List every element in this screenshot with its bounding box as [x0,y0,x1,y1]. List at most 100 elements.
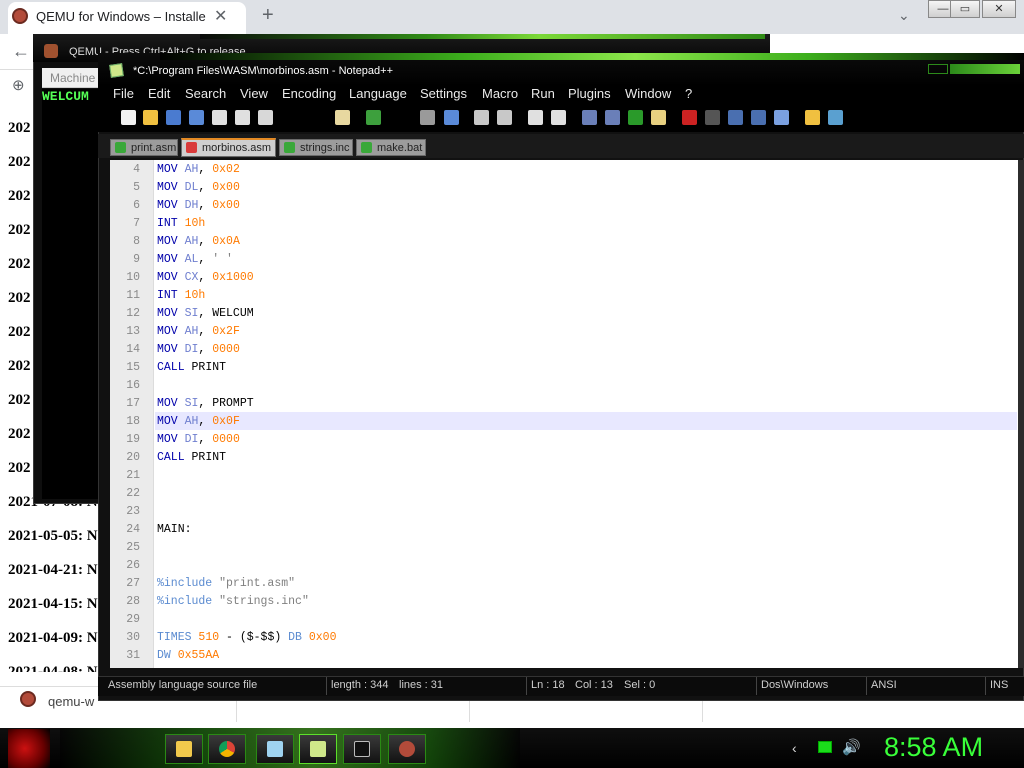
folder-workspace-icon[interactable] [805,110,820,125]
menu-help[interactable]: ? [685,86,692,101]
status-eol[interactable]: Dos\Windows [761,679,828,691]
zoom-in-icon[interactable] [474,110,489,125]
close-file-icon[interactable] [212,110,227,125]
paste-icon[interactable] [335,110,350,125]
saved-file-icon [115,142,126,153]
code-line[interactable]: CALL PRINT [157,449,226,467]
play-macro-icon[interactable] [728,110,743,125]
code-token: 0x00 [212,199,240,212]
line-number: 7 [133,217,140,230]
menu-window[interactable]: Window [625,86,671,101]
word-wrap-icon[interactable] [582,110,597,125]
code-line[interactable]: INT 10h [157,287,205,305]
npp-minimize-button[interactable] [928,64,948,74]
save-icon[interactable] [166,110,181,125]
spell-check-icon[interactable] [828,110,843,125]
line-number: 20 [126,451,140,464]
indent-guide-icon[interactable] [628,110,643,125]
code-line[interactable]: MOV AH, 0x0F [157,413,240,431]
line-number: 17 [126,397,140,410]
code-line[interactable]: MOV AH, 0x0A [157,233,240,251]
code-token: DL [184,181,199,194]
menu-macro[interactable]: Macro [482,86,518,101]
volume-icon[interactable]: 🔊 [842,738,861,756]
changelog-date: 2021-04-08: N [8,664,98,672]
menu-view[interactable]: View [240,86,268,101]
start-button-icon[interactable] [8,729,50,768]
menu-search[interactable]: Search [185,86,226,101]
code-line[interactable]: %include "strings.inc" [157,593,309,611]
sync-vertical-icon[interactable] [528,110,543,125]
code-line[interactable]: MAIN: [157,521,192,539]
record-macro-icon[interactable] [682,110,697,125]
code-line[interactable]: MOV DI, 0000 [157,341,240,359]
code-line[interactable]: MOV SI, WELCUM [157,305,254,323]
menu-file[interactable]: File [113,86,134,101]
code-token: 0000 [212,343,240,356]
tray-chevron-icon[interactable]: ‹ [792,740,797,756]
taskbar-clock[interactable]: 8:58 AM [884,732,983,763]
network-icon[interactable] [818,741,832,753]
run-macro-multiple-icon[interactable] [751,110,766,125]
code-line[interactable]: CALL PRINT [157,359,226,377]
code-line[interactable]: MOV DL, 0x00 [157,179,240,197]
new-file-icon[interactable] [121,110,136,125]
tab-close-icon[interactable]: ✕ [214,6,227,26]
menu-run[interactable]: Run [531,86,555,101]
folder-icon [176,741,192,757]
code-token: 0x0F [212,415,240,428]
tab-strings-inc[interactable]: strings.inc [279,139,353,156]
code-line[interactable]: INT 10h [157,215,205,233]
doc-map-icon[interactable] [651,110,666,125]
code-line[interactable]: MOV DI, 0000 [157,431,240,449]
find-icon[interactable] [420,110,435,125]
tab-print-asm[interactable]: print.asm [110,139,178,156]
globe-icon[interactable]: ⊕ [12,76,25,94]
code-line[interactable]: TIMES 510 - ($-$$) DB 0x00 [157,629,336,647]
print-icon[interactable] [258,110,273,125]
open-folder-icon[interactable] [143,110,158,125]
qemu-menu-machine[interactable]: Machine [50,71,95,85]
menu-encoding[interactable]: Encoding [282,86,336,101]
code-line[interactable]: %include "print.asm" [157,575,295,593]
menu-plugins[interactable]: Plugins [568,86,611,101]
code-line[interactable]: MOV CX, 0x1000 [157,269,254,287]
show-all-chars-icon[interactable] [605,110,620,125]
code-line[interactable]: DW 0x55AA [157,647,219,665]
tab-make-bat[interactable]: make.bat [356,139,426,156]
code-line[interactable]: MOV AH, 0x02 [157,161,240,179]
zoom-out-icon[interactable] [497,110,512,125]
status-insert-mode[interactable]: INS [990,679,1008,691]
replace-icon[interactable] [444,110,459,125]
close-window-button[interactable]: ✕ [982,0,1016,18]
menu-language[interactable]: Language [349,86,407,101]
status-encoding[interactable]: ANSI [871,679,897,691]
menu-edit[interactable]: Edit [148,86,170,101]
maximize-button[interactable]: ▭ [950,0,980,18]
code-line[interactable]: MOV DH, 0x00 [157,197,240,215]
tab-morbinos-asm[interactable]: morbinos.asm [181,138,276,157]
close-all-icon[interactable] [235,110,250,125]
new-tab-button[interactable]: + [262,4,274,27]
menubar [98,86,1024,106]
menu-settings[interactable]: Settings [420,86,467,101]
download-item[interactable]: qemu-w [48,694,94,709]
vertical-scrollbar[interactable] [1018,160,1024,668]
line-number: 8 [133,235,140,248]
code-token: ' ' [212,253,233,266]
status-selection: Sel : 0 [624,679,656,691]
qemu-favicon-icon [12,8,28,24]
npp-window-controls[interactable] [950,64,1020,74]
save-macro-icon[interactable] [774,110,789,125]
undo-icon[interactable] [366,110,381,125]
stop-macro-icon[interactable] [705,110,720,125]
sync-horizontal-icon[interactable] [551,110,566,125]
download-separator [469,700,470,722]
code-line[interactable]: MOV AL, ' ' [157,251,233,269]
code-token: , [198,181,213,194]
tab-search-chevron-icon[interactable]: ⌄ [898,7,910,24]
code-line[interactable]: MOV SI, PROMPT [157,395,254,413]
save-all-icon[interactable] [189,110,204,125]
back-arrow-icon[interactable]: ← [12,41,30,62]
code-line[interactable]: MOV AH, 0x2F [157,323,240,341]
